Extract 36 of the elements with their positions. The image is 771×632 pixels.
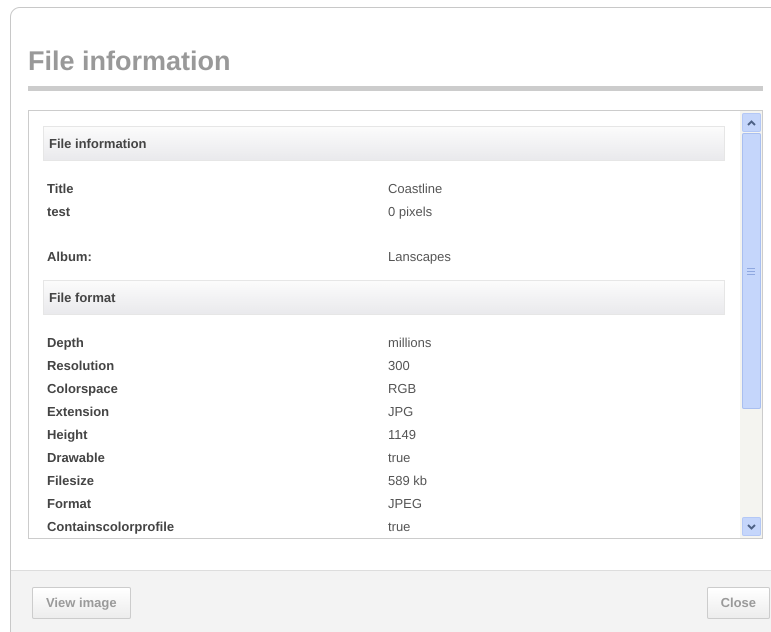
field-value: true	[388, 518, 410, 536]
field-label: Filesize	[47, 472, 95, 490]
field-value: JPEG	[388, 494, 422, 513]
field-value: JPG	[388, 402, 414, 421]
field-label: Drawable	[47, 448, 106, 467]
field-value: 589 kb	[388, 472, 428, 490]
field-label: test	[47, 202, 72, 221]
close-button[interactable]: Close	[706, 587, 770, 619]
section-header: File format	[43, 280, 725, 315]
caret-up-icon	[746, 120, 756, 126]
field-label: Colorspace	[47, 380, 119, 398]
scroll-up-button[interactable]	[742, 113, 760, 132]
field-label: Title	[47, 180, 74, 198]
view-image-button[interactable]: View image	[32, 587, 131, 619]
field-label: Extension	[47, 402, 110, 421]
scrollbar[interactable]	[740, 111, 762, 538]
caret-down-icon	[746, 524, 756, 530]
field-label: Containscolorprofile	[47, 518, 176, 536]
field-value: 1149	[388, 426, 416, 444]
field-value: Coastline	[388, 180, 442, 198]
dialog-title: File information	[28, 45, 232, 78]
field-label: Depth	[47, 334, 85, 352]
field-label: Resolution	[47, 356, 116, 375]
field-label: Album:	[47, 248, 93, 266]
field-value: millions	[388, 334, 432, 352]
field-value: 0 pixels	[388, 202, 432, 221]
field-label: Format	[47, 494, 92, 513]
field-value: 300	[388, 356, 410, 375]
field-value: true	[388, 448, 410, 467]
field-label: Height	[47, 426, 88, 444]
field-value: Lanscapes	[388, 248, 451, 266]
section-header: File information	[43, 126, 725, 161]
field-value: RGB	[388, 380, 416, 398]
scroll-down-button[interactable]	[742, 517, 760, 536]
scroll-thumb[interactable]	[742, 133, 760, 409]
grip-icon	[747, 268, 755, 274]
